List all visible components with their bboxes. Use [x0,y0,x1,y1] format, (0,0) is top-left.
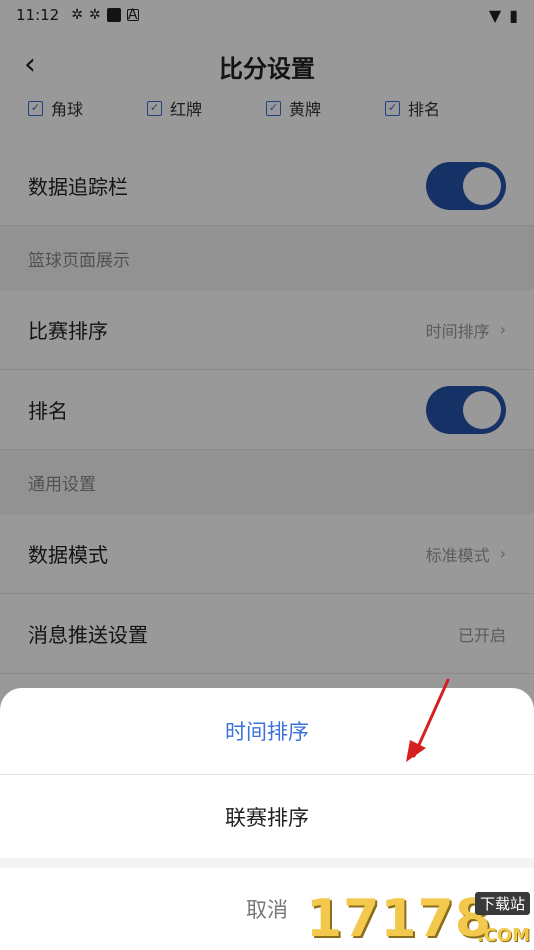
divider-gap [0,858,534,868]
option-league-sort[interactable]: 联赛排序 [0,775,534,858]
site-watermark: 17178 下载站 .COM [306,889,530,949]
annotation-arrow-icon [406,678,450,762]
